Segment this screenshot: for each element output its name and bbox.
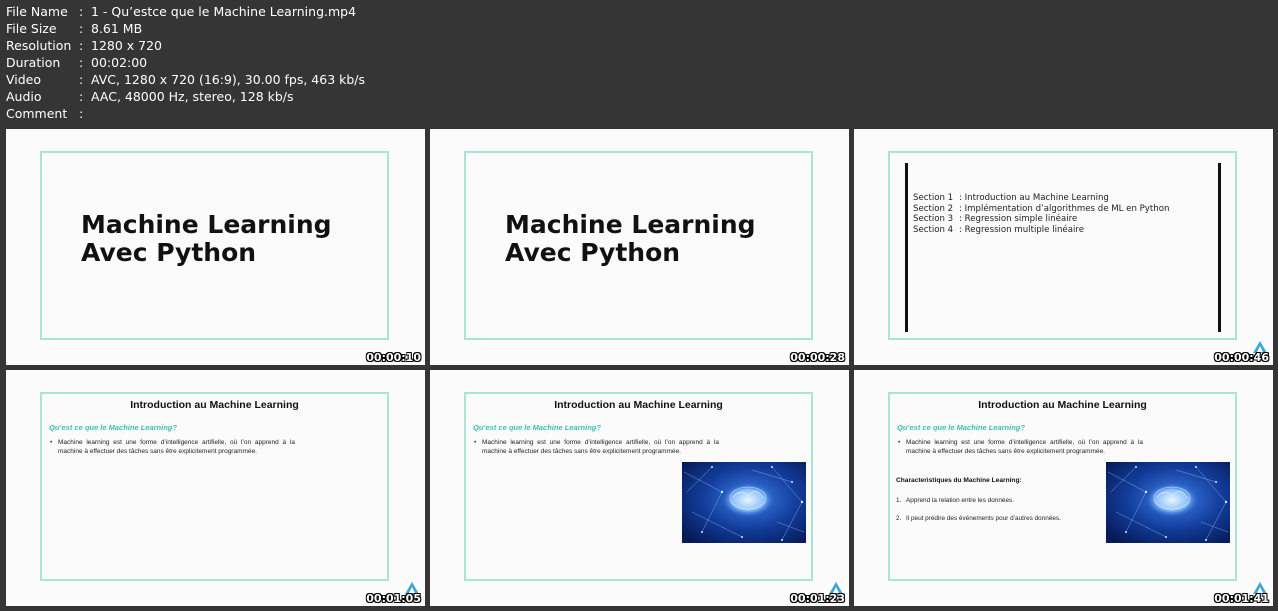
meta-separator: :	[79, 38, 84, 53]
brain-network-image	[682, 462, 806, 543]
slide-title: Machine Learning Avec Python	[81, 211, 332, 267]
slide-heading: Introduction au Machine Learning	[978, 399, 1147, 411]
brain-network-image	[1106, 462, 1230, 543]
thumbnail-title-slide[interactable]: Machine Learning Avec Python 00:00:28	[430, 129, 849, 365]
slide-subtitle: Qu’est ce que le Machine Learning?	[473, 423, 601, 432]
item-text: Il peut prédire des événements pour d’au…	[906, 515, 1061, 522]
divider-bar-right	[1218, 163, 1221, 332]
slide-heading: Introduction au Machine Learning	[554, 399, 723, 411]
thumbnail-intro-slide[interactable]: Introduction au Machine Learning Qu’est …	[6, 370, 425, 606]
slide-title-line: Avec Python	[505, 238, 681, 267]
slide-frame	[888, 151, 1237, 340]
section-item: Section 3 : Regression simple linéaire	[913, 214, 1169, 225]
meta-row-audio: Audio : AAC, 48000 Hz, stereo, 128 kb/s	[6, 88, 365, 105]
timestamp: 00:01:23	[790, 592, 845, 605]
timestamp: 00:01:41	[1214, 592, 1269, 605]
divider-bar-left	[905, 163, 908, 332]
slide-subtitle: Qu’est ce que le Machine Learning?	[897, 423, 1025, 432]
section-item: Section 4 : Regression multiple linéaire	[913, 225, 1169, 236]
section-number: Section 2	[913, 203, 954, 214]
section-number: Section 4	[913, 224, 954, 235]
meta-value: 00:02:00	[91, 55, 148, 70]
meta-key: Resolution	[6, 38, 72, 53]
meta-row-resolution: Resolution : 1280 x 720	[6, 37, 365, 54]
characteristics-title: Characteristiques du Machine Learning:	[896, 477, 1022, 484]
meta-value: 8.61 MB	[91, 21, 143, 36]
meta-key: Video	[6, 72, 42, 87]
meta-row-video: Video : AVC, 1280 x 720 (16:9), 30.00 fp…	[6, 71, 365, 88]
bullet-item: • Machine learning est une forme d’intel…	[474, 439, 719, 456]
thumbnail-sections-slide[interactable]: Section 1 : Introduction au Machine Learn…	[854, 129, 1273, 365]
thumbnail-characteristics-slide[interactable]: Introduction au Machine Learning Qu’est …	[854, 370, 1273, 606]
section-number: Section 1	[913, 193, 954, 203]
meta-key: Comment	[6, 106, 68, 121]
contact-sheet: File Name : 1 - Qu’estce que le Machine …	[0, 0, 1278, 611]
meta-key: File Size	[6, 21, 57, 36]
meta-separator: :	[79, 4, 84, 19]
timestamp: 00:00:10	[366, 351, 421, 364]
slide-heading: Introduction au Machine Learning	[130, 399, 299, 411]
slide-title-line: Avec Python	[81, 238, 257, 267]
thumbnail-title-slide[interactable]: Machine Learning Avec Python 00:00:10	[6, 129, 425, 365]
bullet-dot-icon: •	[898, 439, 901, 446]
bullet-dot-icon: •	[50, 439, 53, 446]
bullet-text: Machine learning est une forme d’intelli…	[58, 439, 295, 455]
thumbnail-intro-slide-image[interactable]: Introduction au Machine Learning Qu’est …	[430, 370, 849, 606]
section-label: : Regression simple linéaire	[959, 214, 1078, 224]
bullet-text: Machine learning est une forme d’intelli…	[482, 439, 719, 455]
meta-value: AVC, 1280 x 720 (16:9), 30.00 fps, 463 k…	[91, 72, 366, 87]
file-metadata: File Name : 1 - Qu’estce que le Machine …	[6, 3, 365, 122]
item-text: Apprend la relation entre les données.	[906, 497, 1015, 504]
bullet-dot-icon: •	[474, 439, 477, 446]
meta-row-file-size: File Size : 8.61 MB	[6, 20, 365, 37]
characteristic-item: 2. Il peut prédire des événements pour d’…	[896, 515, 1061, 522]
meta-value: AAC, 48000 Hz, stereo, 128 kb/s	[91, 89, 294, 104]
bullet-text: Machine learning est une forme d’intelli…	[906, 439, 1143, 455]
meta-row-comment: Comment :	[6, 105, 365, 122]
slide-subtitle: Qu’est ce que le Machine Learning?	[49, 423, 177, 432]
meta-value: 1280 x 720	[91, 38, 163, 53]
meta-row-file-name: File Name : 1 - Qu’estce que le Machine …	[6, 3, 365, 20]
meta-separator: :	[79, 106, 84, 121]
meta-value: 1 - Qu’estce que le Machine Learning.mp4	[91, 4, 357, 19]
bullet-item: • Machine learning est une forme d’intel…	[50, 439, 295, 456]
bullet-item: • Machine learning est une forme d’intel…	[898, 439, 1143, 456]
meta-key: Duration	[6, 55, 61, 70]
meta-row-duration: Duration : 00:02:00	[6, 54, 365, 71]
meta-separator: :	[79, 55, 84, 70]
section-label: : Implémentation d’algorithmes de ML en …	[959, 203, 1170, 214]
slide-title-line: Machine Learning	[81, 210, 332, 239]
slide-title-line: Machine Learning	[505, 210, 756, 239]
section-item: Section 2 : Implémentation d’algorithmes …	[913, 204, 1169, 215]
meta-key: File Name	[6, 4, 68, 19]
characteristic-item: 1. Apprend la relation entre les données.	[896, 497, 1014, 504]
timestamp: 00:00:28	[790, 351, 845, 364]
timestamp: 00:00:46	[1214, 351, 1269, 364]
item-number: 1.	[896, 497, 902, 504]
meta-key: Audio	[6, 89, 42, 104]
sections-list: Section 1 : Introduction au Machine Learn…	[913, 193, 1169, 235]
section-number: Section 3	[913, 214, 954, 224]
meta-separator: :	[79, 21, 84, 36]
meta-separator: :	[79, 89, 84, 104]
section-item: Section 1 : Introduction au Machine Learn…	[913, 193, 1169, 204]
section-label: : Introduction au Machine Learning	[959, 193, 1109, 203]
item-number: 2.	[896, 515, 902, 522]
section-label: : Regression multiple linéaire	[959, 224, 1084, 235]
slide-frame	[40, 392, 389, 581]
meta-separator: :	[79, 72, 84, 87]
slide-title: Machine Learning Avec Python	[505, 211, 756, 267]
timestamp: 00:01:05	[366, 592, 421, 605]
